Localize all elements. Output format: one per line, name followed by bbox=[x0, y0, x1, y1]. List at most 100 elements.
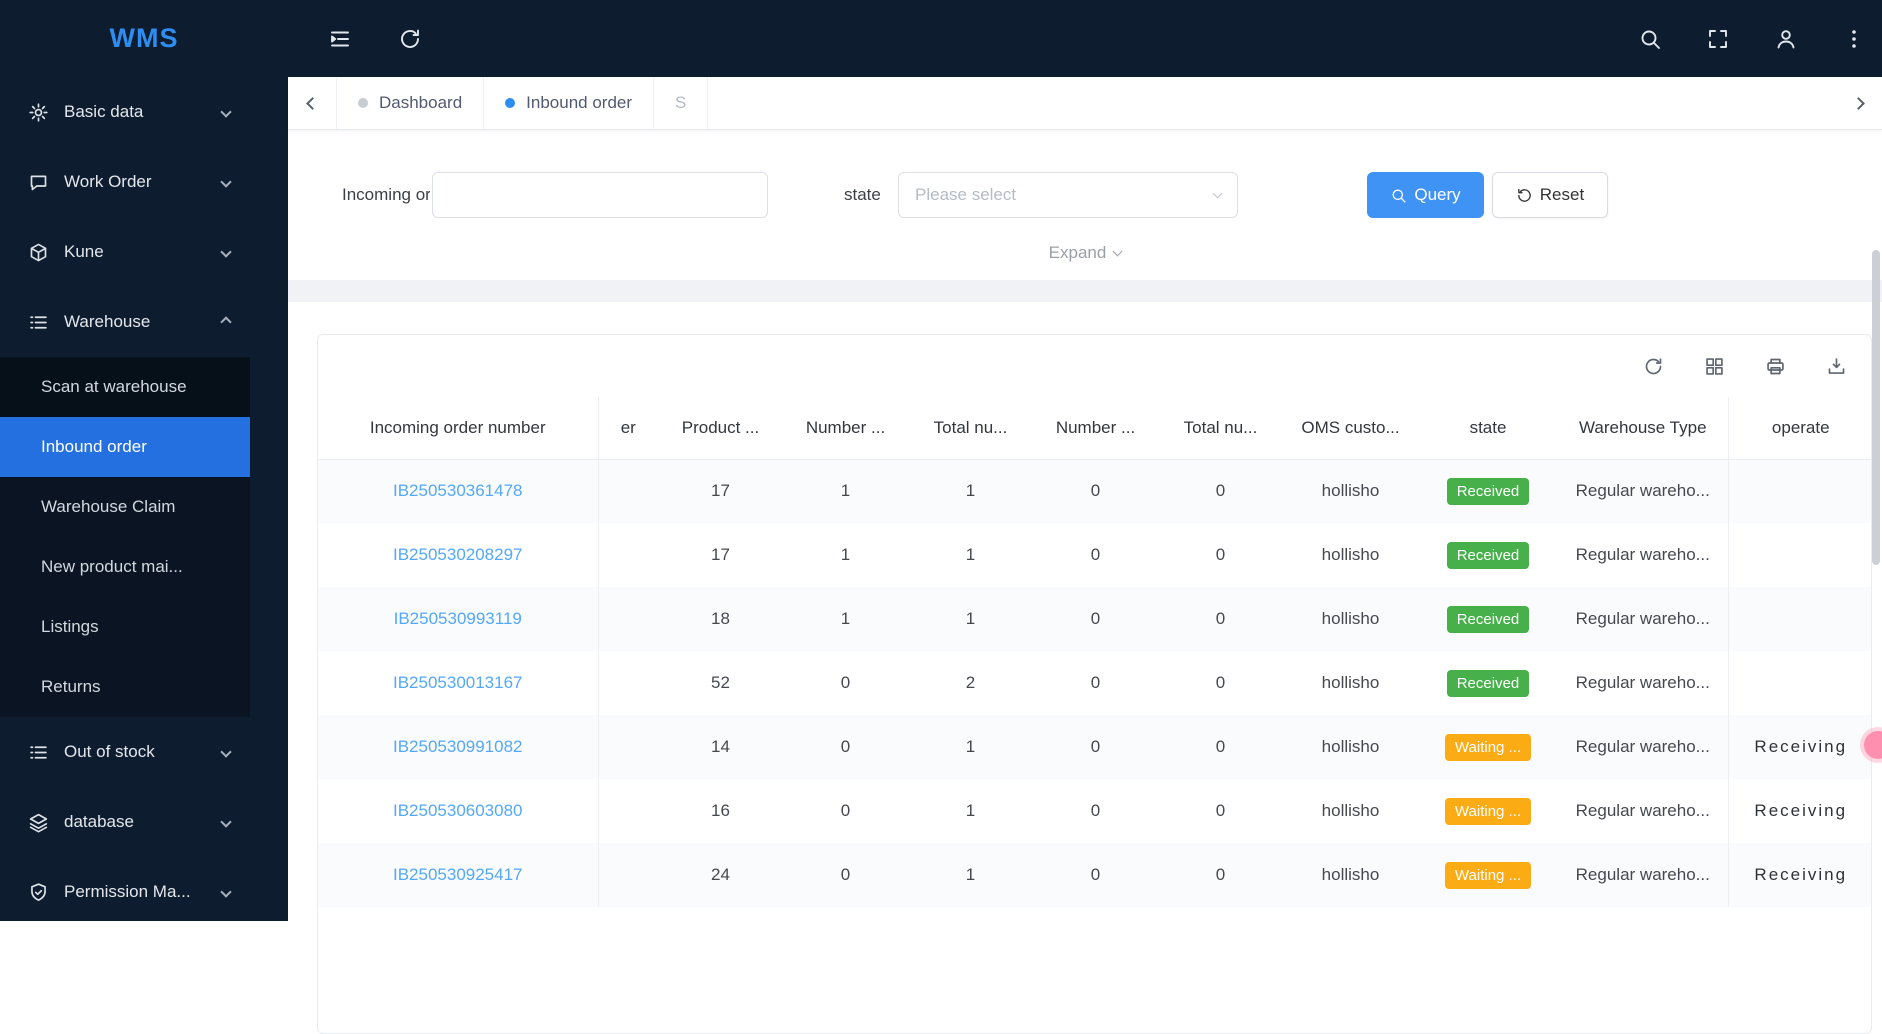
sidebar-item-out-of-stock[interactable]: Out of stock bbox=[0, 717, 288, 787]
topbar bbox=[288, 0, 1882, 77]
table-cell: hollisho bbox=[1321, 801, 1380, 820]
table-cell bbox=[598, 587, 658, 651]
chevron-left-icon bbox=[305, 96, 319, 110]
receiving-button[interactable]: Receiving bbox=[1754, 865, 1847, 884]
reset-icon bbox=[1516, 187, 1533, 204]
tab-s[interactable]: S bbox=[654, 77, 709, 129]
tab-inbound-order[interactable]: Inbound order bbox=[484, 77, 655, 129]
tab-dot bbox=[358, 98, 368, 108]
more-vertical-icon[interactable] bbox=[1842, 27, 1866, 51]
table-cell: IB250530013167 bbox=[318, 651, 599, 715]
table-row: IB250530993119 18 1 1 0 0 hollisho Received Regu… bbox=[318, 587, 1871, 651]
sidebar-subitem-returns[interactable]: Returns bbox=[0, 657, 250, 717]
sidebar-item-permission-ma[interactable]: Permission Ma... bbox=[0, 857, 288, 921]
shield-icon bbox=[28, 882, 49, 903]
table-cell: Received bbox=[1418, 523, 1558, 587]
order-number-link[interactable]: IB250530603080 bbox=[393, 801, 523, 820]
table-cell: 1 bbox=[965, 737, 976, 756]
order-number-link[interactable]: IB250530993119 bbox=[394, 609, 522, 628]
export-icon[interactable] bbox=[1826, 356, 1847, 377]
search-icon[interactable] bbox=[1638, 27, 1662, 51]
sidebar-subitem-new-product-mai[interactable]: New product mai... bbox=[0, 537, 250, 597]
sidebar-subitem-scan-at-warehouse[interactable]: Scan at warehouse bbox=[0, 357, 250, 417]
table-cell: hollisho bbox=[1321, 609, 1380, 628]
tab-dashboard[interactable]: Dashboard bbox=[336, 77, 485, 129]
menu-collapse-icon[interactable] bbox=[328, 27, 352, 51]
sidebar-item-basic-data[interactable]: Basic data bbox=[0, 77, 288, 147]
sidebar-item-work-order[interactable]: Work Order bbox=[0, 147, 288, 217]
app-root: WMS Basic data Work Order Kune Warehouse Sca… bbox=[0, 0, 1882, 1034]
reset-button[interactable]: Reset bbox=[1492, 172, 1608, 218]
sidebar-subitem-listings[interactable]: Listings bbox=[0, 597, 250, 657]
table-cell bbox=[598, 715, 658, 779]
table-cell bbox=[598, 459, 658, 523]
vertical-scrollbar-thumb[interactable] bbox=[1872, 250, 1880, 565]
table-cell: hollisho bbox=[1321, 673, 1380, 692]
chevron-down-icon bbox=[220, 746, 232, 758]
table-cell: IB250530991082 bbox=[318, 715, 599, 779]
order-number-link[interactable]: IB250530361478 bbox=[393, 481, 523, 500]
reset-button-label: Reset bbox=[1539, 185, 1585, 204]
table-cell: 0 bbox=[840, 865, 851, 884]
sidebar: WMS Basic data Work Order Kune Warehouse Sca… bbox=[0, 0, 288, 921]
table-cell: 1 bbox=[965, 481, 976, 501]
user-icon[interactable] bbox=[1774, 27, 1798, 51]
tab-label: Inbound order bbox=[526, 93, 633, 112]
order-number-link[interactable]: IB250530013167 bbox=[393, 673, 523, 692]
table-cell: 2 bbox=[965, 673, 976, 692]
refresh-icon[interactable] bbox=[1643, 356, 1664, 377]
order-number-link[interactable]: IB250530991082 bbox=[393, 737, 523, 756]
chevron-down-icon bbox=[220, 176, 232, 188]
status-badge: Waiting ... bbox=[1444, 733, 1532, 761]
table-cell: 1 bbox=[840, 609, 851, 628]
sidebar-item-database[interactable]: database bbox=[0, 787, 288, 857]
query-button[interactable]: Query bbox=[1367, 172, 1484, 218]
table-row: IB250530208297 17 1 1 0 0 hollisho Received Regu… bbox=[318, 523, 1871, 587]
chevron-up-icon bbox=[220, 316, 232, 328]
sidebar-item-label: Warehouse bbox=[64, 312, 151, 331]
print-icon[interactable] bbox=[1765, 356, 1786, 377]
receiving-button[interactable]: Receiving bbox=[1754, 737, 1847, 756]
column-header: OMS custo... bbox=[1283, 397, 1418, 460]
order-number-link[interactable]: IB250530925417 bbox=[393, 865, 523, 884]
table-cell: Regular wareho... bbox=[1575, 865, 1710, 884]
fullscreen-icon[interactable] bbox=[1706, 27, 1730, 51]
table-cell bbox=[1727, 651, 1871, 715]
table-cell: 18 bbox=[711, 609, 730, 628]
tabs-scroll-left-button[interactable] bbox=[288, 77, 336, 129]
table-cell: Regular wareho... bbox=[1575, 545, 1710, 564]
column-header: Warehouse Type bbox=[1558, 397, 1728, 460]
incoming-order-input[interactable] bbox=[432, 172, 768, 218]
topbar-right bbox=[1638, 27, 1866, 51]
table-cell bbox=[1727, 587, 1871, 651]
chevron-down-icon bbox=[220, 106, 232, 118]
table-cell bbox=[598, 523, 658, 587]
expand-toggle[interactable]: Expand bbox=[1049, 240, 1123, 266]
table-body: IB250530361478 17 1 1 0 0 hollisho Received Regu… bbox=[318, 459, 1871, 907]
table-cell: 0 bbox=[840, 737, 851, 756]
state-select[interactable]: Please select bbox=[898, 172, 1238, 218]
table-card: Incoming order number er Product ... Number… bbox=[317, 334, 1872, 1034]
table-cell: 0 bbox=[1215, 801, 1226, 820]
tabbar: Dashboard Inbound order S bbox=[288, 77, 1882, 130]
status-badge: Waiting ... bbox=[1444, 861, 1532, 889]
order-number-link[interactable]: IB250530208297 bbox=[393, 545, 523, 564]
status-badge: Received bbox=[1446, 605, 1530, 633]
table-cell bbox=[598, 779, 658, 843]
sidebar-subitem-warehouse-claim[interactable]: Warehouse Claim bbox=[0, 477, 250, 537]
table-cell: 52 bbox=[711, 673, 730, 692]
table-cell: Regular wareho... bbox=[1575, 609, 1710, 628]
tabs-scroll-right-button[interactable] bbox=[1834, 77, 1882, 129]
refresh-icon[interactable] bbox=[398, 27, 422, 51]
sidebar-item-warehouse[interactable]: Warehouse bbox=[0, 287, 288, 357]
sidebar-subitem-inbound-order[interactable]: Inbound order bbox=[0, 417, 250, 477]
sidebar-item-kune[interactable]: Kune bbox=[0, 217, 288, 287]
table-cell: 16 bbox=[711, 801, 730, 820]
table-row: IB250530925417 24 0 1 0 0 hollisho Waiting ... R… bbox=[318, 843, 1871, 907]
receiving-button[interactable]: Receiving bbox=[1754, 801, 1847, 820]
table-cell: 17 bbox=[711, 545, 730, 564]
status-badge: Received bbox=[1446, 669, 1530, 697]
main-area: Dashboard Inbound order S Incoming or stat… bbox=[288, 0, 1882, 1034]
columns-icon[interactable] bbox=[1704, 356, 1725, 377]
state-select-placeholder: Please select bbox=[915, 185, 1017, 204]
